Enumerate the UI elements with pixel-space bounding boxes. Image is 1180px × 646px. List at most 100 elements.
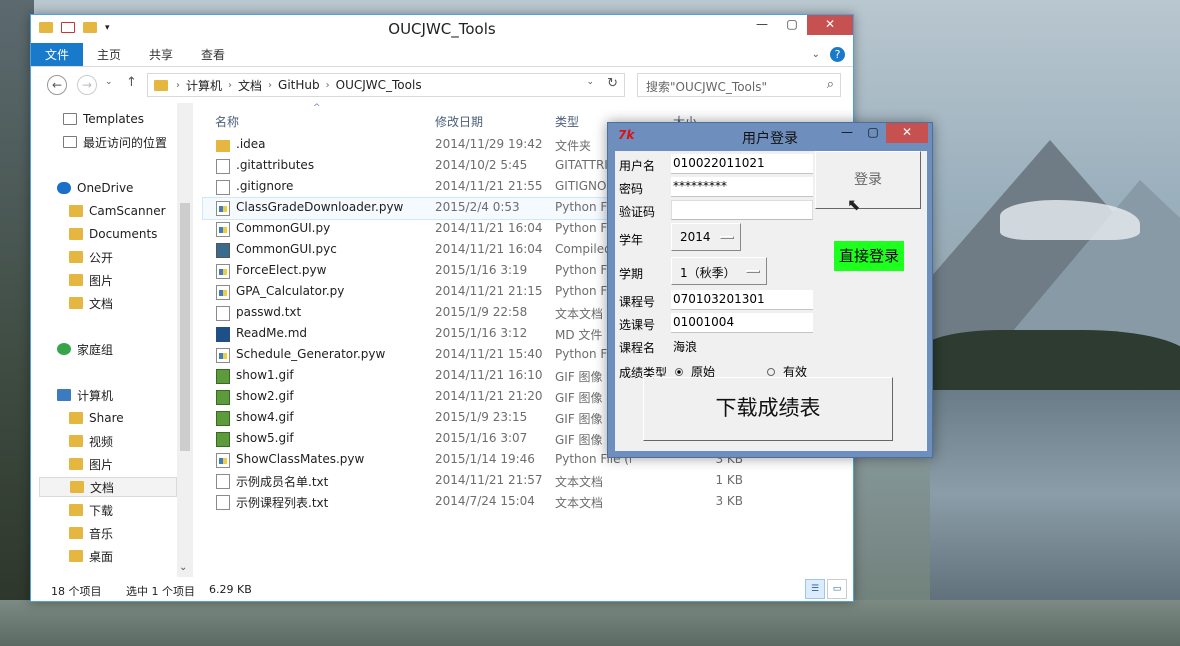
nav-item-computer[interactable]: 计算机 bbox=[57, 385, 113, 405]
course-no-label: 课程号 bbox=[619, 295, 656, 309]
login-button[interactable]: 登录 bbox=[815, 151, 921, 209]
details-view-icon[interactable]: ☰ bbox=[805, 579, 825, 599]
address-row: ← → ⌄ ↑ › 计算机 › 文档 › GitHub › OUCJWC_Too… bbox=[31, 67, 853, 103]
breadcrumb-item[interactable]: OUCJWC_Tools bbox=[332, 78, 426, 92]
close-button[interactable]: ✕ bbox=[886, 123, 928, 143]
radio-unselected-icon bbox=[767, 367, 775, 376]
dialog-body: 用户名 010022011021 密码 ********* 验证码 登录 ⬉ 学… bbox=[615, 151, 927, 451]
nav-label: Share bbox=[89, 411, 124, 425]
tab-home[interactable]: 主页 bbox=[83, 43, 135, 66]
nav-item-share[interactable]: Share bbox=[69, 408, 124, 428]
nav-item-videos[interactable]: 视频 bbox=[69, 431, 113, 451]
nav-item-recent[interactable]: 最近访问的位置 bbox=[63, 132, 167, 152]
py-file-icon bbox=[216, 222, 230, 237]
column-header-date[interactable]: 修改日期 bbox=[435, 113, 483, 130]
chevron-down-icon[interactable]: ⌄ bbox=[812, 49, 820, 60]
nav-item-music[interactable]: 音乐 bbox=[69, 523, 113, 543]
folder-icon bbox=[69, 435, 83, 447]
file-name: CommonGUI.py bbox=[236, 221, 331, 235]
login-dialog: 7k 用户登录 — ▢ ✕ 用户名 010022011021 密码 ******… bbox=[607, 122, 933, 458]
nav-label: 图片 bbox=[89, 273, 114, 288]
username-field[interactable]: 010022011021 bbox=[671, 154, 813, 174]
ribbon-tabs: 文件 主页 共享 查看 ⌄ ? bbox=[31, 43, 853, 67]
search-icon[interactable]: ⌕ bbox=[827, 77, 834, 92]
file-name: Schedule_Generator.pyw bbox=[236, 347, 386, 361]
file-row[interactable]: 示例课程列表.txt 2014/7/24 15:04 文本文档 3 KB bbox=[203, 492, 853, 513]
nav-item-camscanner[interactable]: CamScanner bbox=[69, 201, 166, 221]
file-size: 3 KB bbox=[715, 494, 743, 508]
download-grades-button[interactable]: 下载成绩表 bbox=[643, 377, 893, 441]
nav-item-docs[interactable]: 文档 bbox=[39, 477, 177, 497]
file-row[interactable]: 示例成员名单.txt 2014/11/21 21:57 文本文档 1 KB bbox=[203, 471, 853, 492]
nav-item-onedrive[interactable]: OneDrive bbox=[57, 178, 133, 198]
help-icon[interactable]: ? bbox=[830, 47, 845, 62]
py-file-icon bbox=[216, 453, 230, 468]
large-icons-view-icon[interactable]: ▭ bbox=[827, 579, 847, 599]
nav-scrollbar[interactable]: ⌄ bbox=[177, 103, 193, 577]
nav-item-homegroup[interactable]: 家庭组 bbox=[57, 339, 113, 359]
minimize-button[interactable]: — bbox=[747, 15, 777, 35]
column-header-type[interactable]: 类型 bbox=[555, 113, 579, 130]
dropdown-indicator-icon bbox=[746, 270, 760, 273]
tab-share[interactable]: 共享 bbox=[135, 43, 187, 66]
nav-item-public[interactable]: 公开 bbox=[69, 247, 113, 267]
nav-label: Templates bbox=[83, 112, 145, 126]
explorer-titlebar[interactable]: ▾ OUCJWC_Tools — ▢ ✕ bbox=[31, 15, 853, 43]
direct-login-button[interactable]: 直接登录 bbox=[834, 241, 904, 271]
mouse-cursor-icon: ⬉ bbox=[847, 195, 861, 214]
maximize-button[interactable]: ▢ bbox=[860, 123, 886, 143]
onedrive-icon bbox=[57, 182, 71, 194]
file-name: show2.gif bbox=[236, 389, 294, 403]
pyc-file-icon bbox=[216, 243, 230, 258]
nav-item-pictures[interactable]: 图片 bbox=[69, 454, 113, 474]
chevron-down-icon[interactable]: ⌄ bbox=[586, 77, 594, 87]
folder-icon bbox=[69, 504, 83, 516]
maximize-button[interactable]: ▢ bbox=[777, 15, 807, 35]
folder-icon bbox=[69, 527, 83, 539]
password-field[interactable]: ********* bbox=[671, 177, 813, 197]
address-bar[interactable]: › 计算机 › 文档 › GitHub › OUCJWC_Tools ⌄ ↻ bbox=[147, 73, 625, 97]
nav-item-pictures-onedrive[interactable]: 图片 bbox=[69, 270, 113, 290]
folder-icon bbox=[69, 550, 83, 562]
md-file-icon bbox=[216, 327, 230, 342]
course-no-field[interactable]: 070103201301 bbox=[671, 290, 813, 310]
breadcrumb-item[interactable]: GitHub bbox=[274, 78, 324, 92]
term-select[interactable]: 1（秋季） bbox=[671, 257, 767, 285]
nav-item-documents[interactable]: Documents bbox=[69, 224, 157, 244]
column-header-name[interactable]: 名称 bbox=[215, 113, 239, 130]
dialog-titlebar[interactable]: 7k 用户登录 — ▢ ✕ bbox=[608, 123, 932, 149]
folder-file-icon bbox=[216, 140, 230, 152]
nav-item-templates[interactable]: Templates bbox=[63, 109, 144, 129]
select-no-field[interactable]: 01001004 bbox=[671, 313, 813, 333]
nav-label: Documents bbox=[89, 227, 158, 241]
tab-file[interactable]: 文件 bbox=[31, 43, 84, 66]
nav-scrollbar-thumb[interactable] bbox=[180, 203, 190, 451]
password-label: 密码 bbox=[619, 182, 644, 196]
tab-view[interactable]: 查看 bbox=[187, 43, 239, 66]
back-button[interactable]: ← bbox=[47, 75, 67, 95]
recent-locations-icon[interactable]: ⌄ bbox=[105, 77, 113, 87]
close-button[interactable]: ✕ bbox=[807, 15, 853, 35]
breadcrumb-item[interactable]: 文档 bbox=[234, 77, 266, 94]
folder-icon bbox=[69, 412, 83, 424]
search-input[interactable]: 搜索"OUCJWC_Tools" ⌕ bbox=[637, 73, 841, 97]
nav-item-desktop[interactable]: 桌面 bbox=[69, 546, 113, 566]
nav-item-downloads[interactable]: 下载 bbox=[69, 500, 113, 520]
forward-button[interactable]: → bbox=[77, 75, 97, 95]
folder-icon bbox=[154, 79, 168, 91]
file-name: ReadMe.md bbox=[236, 326, 308, 340]
captcha-field[interactable] bbox=[671, 200, 813, 220]
file-name: ClassGradeDownloader.pyw bbox=[236, 200, 404, 214]
file-date: 2015/1/16 3:07 bbox=[435, 431, 528, 445]
breadcrumb-separator: › bbox=[228, 79, 233, 91]
nav-item-docs-onedrive[interactable]: 文档 bbox=[69, 293, 113, 313]
file-date: 2014/11/21 21:15 bbox=[435, 284, 543, 298]
up-arrow-icon[interactable]: ↑ bbox=[126, 75, 137, 90]
folder-icon bbox=[69, 458, 83, 470]
refresh-icon[interactable]: ↻ bbox=[607, 76, 618, 91]
minimize-button[interactable]: — bbox=[834, 123, 860, 143]
breadcrumb-item[interactable]: 计算机 bbox=[182, 77, 226, 94]
nav-label: 文档 bbox=[89, 296, 114, 311]
scroll-down-icon[interactable]: ⌄ bbox=[179, 562, 187, 573]
year-select[interactable]: 2014 bbox=[671, 223, 741, 251]
